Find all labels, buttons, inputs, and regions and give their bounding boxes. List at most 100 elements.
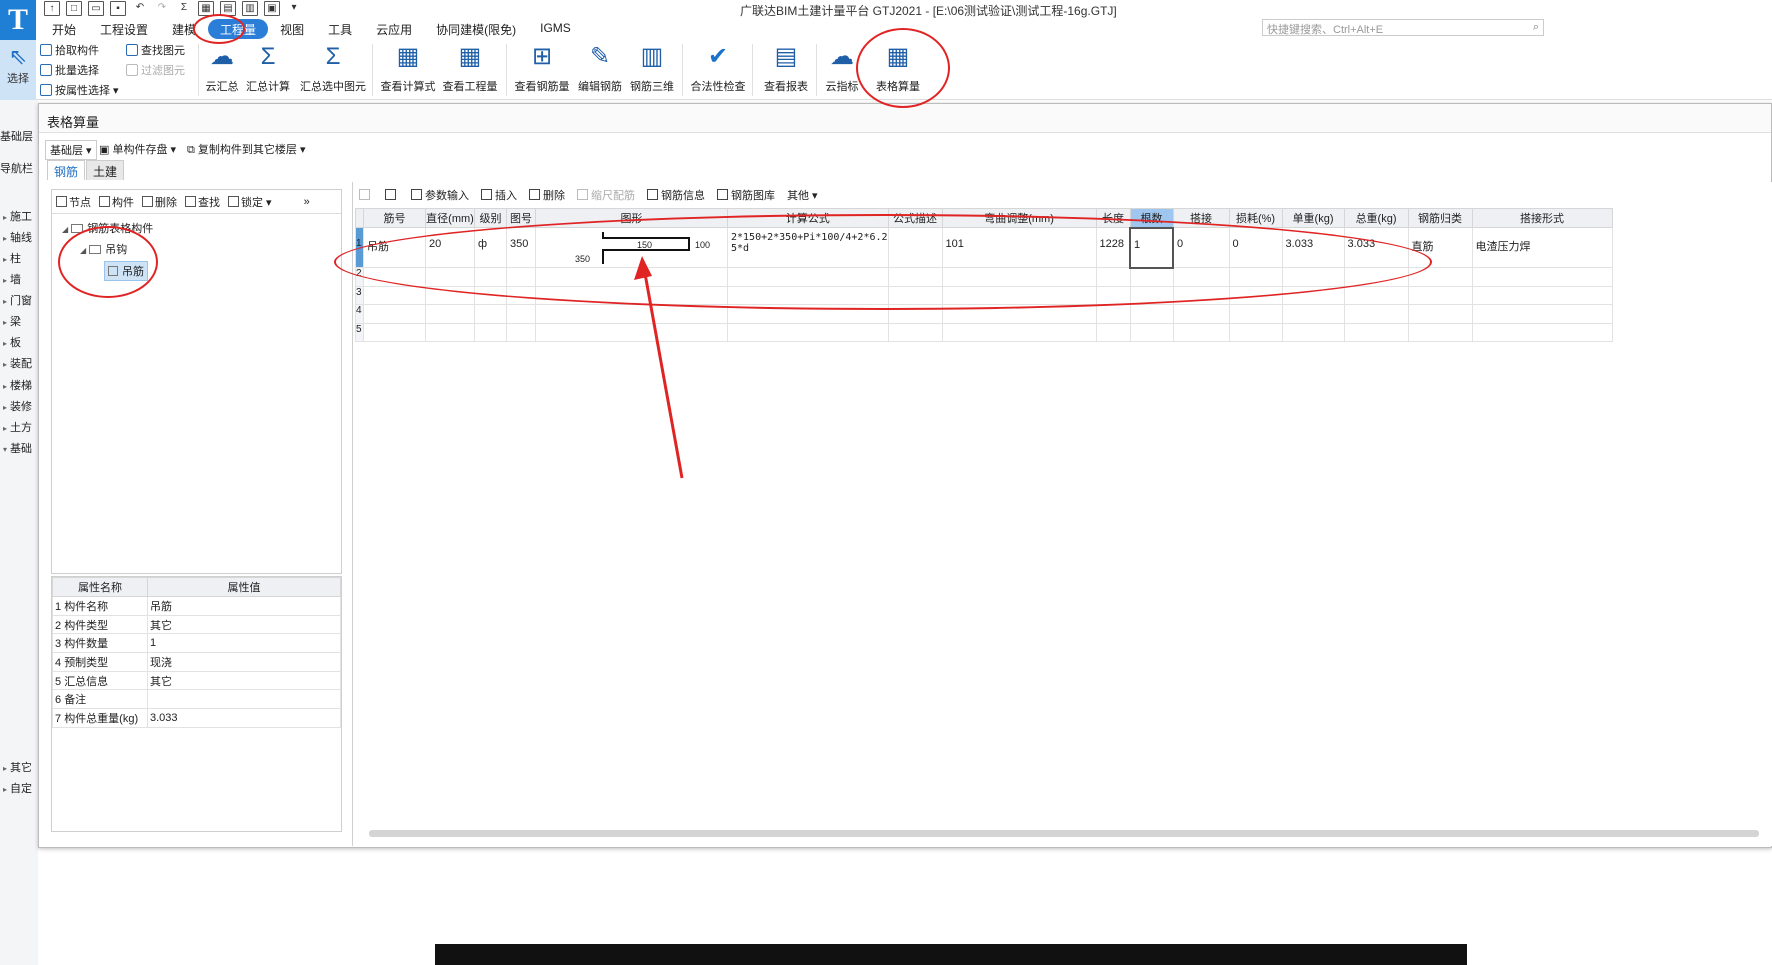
col-header[interactable]: 总重(kg) [1343, 208, 1409, 228]
shortcut-search-input[interactable]: 快捷键搜索、Ctrl+Alt+E ⌕ [1262, 19, 1544, 36]
property-value[interactable]: 吊筋 [147, 596, 341, 616]
nav-item[interactable]: ▸ 自定 [0, 780, 32, 796]
menu-cloud[interactable]: 云应用 [364, 19, 424, 39]
col-header[interactable]: 损耗(%) [1228, 208, 1283, 228]
cell-count[interactable]: 1 [1129, 226, 1175, 269]
table-row[interactable]: 4 [355, 304, 1613, 324]
batch-select-button[interactable]: 批量选择 [40, 62, 99, 78]
copy-to-floor-button[interactable]: ⧉ 复制构件到其它楼层 ▾ [187, 141, 306, 157]
cell-diameter[interactable]: 20 [425, 227, 475, 268]
tab-rebar[interactable]: 钢筋 [47, 160, 86, 180]
tree-leaf-stirrup[interactable]: 吊筋 [104, 261, 148, 281]
cell-length[interactable]: 1228 [1095, 227, 1131, 268]
sum-icon[interactable]: Σ [176, 1, 192, 16]
cell-loss[interactable]: 0 [1228, 227, 1283, 268]
nav-item[interactable]: ▸ 梁 [0, 313, 21, 329]
rebar-3d-button[interactable]: ▥ 钢筋三维 [622, 40, 682, 100]
cell-bend-adjust[interactable]: 101 [941, 227, 1097, 268]
cell-formula[interactable]: 2*150+2*350+Pi*100/4+2*6.2 5*d [727, 227, 889, 268]
move-up-button[interactable] [359, 188, 373, 202]
menu-tools[interactable]: 工具 [316, 19, 364, 39]
cell-lap-type[interactable]: 电渣压力焊 [1471, 227, 1613, 268]
table-quantity-button[interactable]: ▦ 表格算量 [868, 40, 928, 100]
table-row[interactable]: 1 吊筋 20 ф 350 150 100 350 2*150+2*350+Pi… [355, 226, 1613, 269]
cell-figure-no[interactable]: 350 [506, 227, 536, 268]
search-icon[interactable]: ⌕ [1533, 21, 1539, 34]
col-header[interactable]: 图形 [535, 208, 728, 228]
floor-label[interactable]: 基础层 [0, 128, 33, 144]
nav-item[interactable]: ▸ 门窗 [0, 292, 32, 308]
rebar-icon[interactable]: ▥ [242, 1, 258, 16]
rebar-library-button[interactable]: 钢筋图库 [717, 187, 775, 203]
more-icon[interactable]: » [304, 196, 310, 208]
new-file-icon[interactable]: □ [66, 1, 82, 16]
nav-item[interactable]: ▸ 板 [0, 334, 21, 350]
cell-category[interactable]: 直筋 [1407, 227, 1473, 268]
filter-element-button[interactable]: 过滤图元 [126, 62, 185, 78]
delete-button[interactable]: 删除 [142, 194, 177, 210]
find-element-button[interactable]: 查找图元 [126, 42, 185, 58]
lock-button[interactable]: 锁定 ▾ [228, 194, 272, 210]
col-header[interactable]: 搭接形式 [1471, 208, 1613, 228]
property-value[interactable] [147, 689, 341, 710]
cell-formula-desc[interactable] [887, 227, 943, 268]
nav-item[interactable]: ▸ 装修 [0, 398, 32, 414]
table-row[interactable]: 3 [355, 285, 1613, 306]
tab-civil[interactable]: 土建 [86, 160, 125, 180]
property-value[interactable]: 1 [147, 633, 341, 654]
col-header[interactable]: 弯曲调整(mm) [941, 208, 1097, 228]
open-folder-icon[interactable]: ▭ [88, 1, 104, 16]
edit-rebar-button[interactable]: ✎ 编辑钢筋 [570, 40, 630, 100]
validity-check-button[interactable]: ✔ 合法性检查 [688, 40, 748, 100]
nav-item[interactable]: ▸ 墙 [0, 271, 21, 287]
find-button[interactable]: 查找 [185, 194, 220, 210]
table-row[interactable]: 2 [355, 267, 1613, 287]
property-value[interactable]: 现浇 [147, 652, 341, 672]
rebar-info-button[interactable]: 钢筋信息 [647, 187, 705, 203]
table-row[interactable]: 5 [355, 322, 1613, 343]
nav-item[interactable]: ▾ 基础 [0, 440, 32, 456]
move-down-button[interactable] [385, 188, 399, 202]
property-value[interactable]: 其它 [147, 614, 341, 635]
col-header[interactable]: 计算公式 [727, 208, 889, 228]
cloud-index-button[interactable]: ☁ 云指标 [812, 40, 872, 100]
report-icon[interactable]: ▤ [220, 1, 236, 16]
add-component-button[interactable]: 构件 [99, 194, 134, 210]
insert-button[interactable]: 插入 [481, 187, 517, 203]
summary-calc-button[interactable]: Σ 汇总计算 [238, 40, 298, 100]
nav-item[interactable]: ▸ 柱 [0, 250, 21, 266]
save-component-button[interactable]: ▣ 单构件存盘 ▾ [99, 141, 176, 157]
cell-unit-weight[interactable]: 3.033 [1281, 227, 1345, 268]
menu-view[interactable]: 视图 [268, 19, 316, 39]
col-header[interactable]: 钢筋归类 [1407, 208, 1473, 228]
param-input-button[interactable]: 参数输入 [411, 187, 469, 203]
menu-collab[interactable]: 协同建模(限免) [424, 19, 528, 39]
export-icon[interactable]: ▣ [264, 1, 280, 16]
add-node-button[interactable]: 节点 [56, 194, 91, 210]
nav-item[interactable]: ▸ 装配 [0, 355, 32, 371]
col-header[interactable]: 筋号 [363, 208, 426, 228]
menu-start[interactable]: 开始 [40, 19, 88, 39]
menu-modeling[interactable]: 建模 [160, 19, 208, 39]
menu-quantity[interactable]: 工程量 [208, 19, 269, 39]
tree-node-hook[interactable]: ◢ 吊钩 [80, 241, 127, 257]
cell-bar-no[interactable]: 吊筋 [363, 227, 426, 268]
grid-icon[interactable]: ▦ [198, 1, 214, 16]
cell-lap[interactable]: 0 [1172, 227, 1230, 268]
col-header[interactable]: 级别 [474, 208, 507, 228]
col-header[interactable]: 长度 [1095, 208, 1131, 228]
pick-component-button[interactable]: 拾取构件 [40, 42, 99, 58]
view-report-button[interactable]: ▤ 查看报表 [756, 40, 816, 100]
horizontal-scrollbar[interactable] [369, 830, 1759, 837]
menu-project-settings[interactable]: 工程设置 [88, 19, 160, 39]
save-icon[interactable]: ▪ [110, 1, 126, 16]
select-button[interactable]: ⇖ 选择 [0, 40, 36, 100]
col-header[interactable]: 单重(kg) [1281, 208, 1345, 228]
grid-delete-button[interactable]: 删除 [529, 187, 565, 203]
col-header[interactable]: 根数 [1129, 208, 1174, 228]
view-quantity-button[interactable]: ▦ 查看工程量 [440, 40, 500, 100]
upload-icon[interactable]: ↑ [44, 1, 60, 16]
nav-item[interactable]: ▸ 轴线 [0, 229, 32, 245]
redo-icon[interactable]: ↷ [154, 1, 170, 16]
property-value[interactable]: 3.033 [147, 708, 341, 728]
